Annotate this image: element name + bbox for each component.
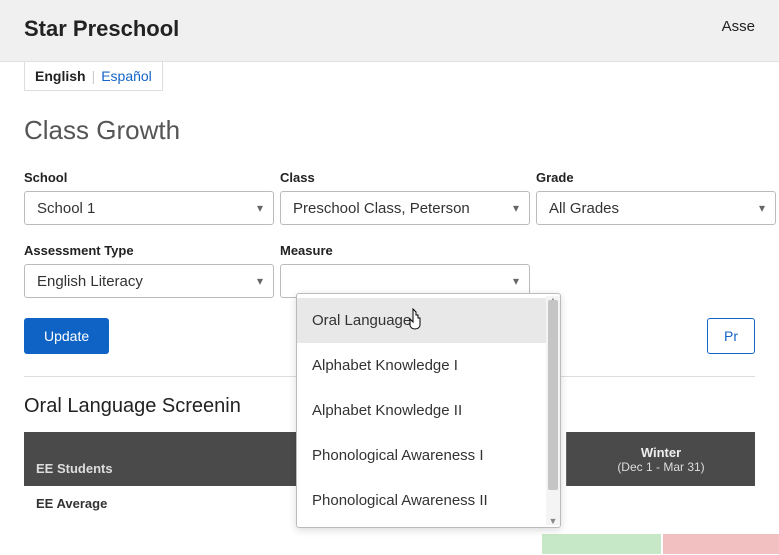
measure-option-alphabet-1[interactable]: Alphabet Knowledge I: [297, 343, 560, 388]
filter-class: Class Preschool Class, Peterson ▾: [280, 170, 530, 225]
filter-school: School School 1 ▾: [24, 170, 274, 225]
class-select-value: Preschool Class, Peterson: [293, 200, 470, 217]
page-title: Class Growth: [24, 115, 755, 146]
col-header-winter-title: Winter: [641, 445, 681, 460]
filter-measure-label: Measure: [280, 243, 530, 258]
grade-select-value: All Grades: [549, 200, 619, 217]
filter-class-label: Class: [280, 170, 530, 185]
measure-option-oral-language[interactable]: Oral Language: [297, 298, 560, 343]
filter-assessment-type: Assessment Type English Literacy ▾: [24, 243, 274, 298]
assessment-type-select[interactable]: English Literacy ▾: [24, 264, 274, 298]
filter-assessment-type-label: Assessment Type: [24, 243, 274, 258]
assessment-type-select-value: English Literacy: [37, 273, 143, 290]
measure-option-alphabet-2[interactable]: Alphabet Knowledge II: [297, 388, 560, 433]
language-tabs: English | Español: [24, 62, 163, 91]
app-header: Star Preschool Asse: [0, 0, 779, 62]
measure-option-phono-1[interactable]: Phonological Awareness I: [297, 433, 560, 478]
actions-right: Pr: [707, 318, 755, 354]
measure-option-phono-2[interactable]: Phonological Awareness II: [297, 478, 560, 523]
school-select-value: School 1: [37, 200, 95, 217]
scroll-thumb[interactable]: [548, 300, 558, 490]
filter-grade: Grade All Grades ▾: [536, 170, 776, 225]
filter-grade-label: Grade: [536, 170, 776, 185]
color-chips-partial: [542, 534, 779, 554]
right-button-partial[interactable]: Pr: [707, 318, 755, 354]
col-header-winter-range: (Dec 1 - Mar 31): [617, 460, 704, 474]
header-right-text: Asse: [722, 18, 755, 35]
chevron-down-icon: ▾: [257, 201, 263, 215]
filters-row-2: Assessment Type English Literacy ▾ Measu…: [24, 243, 755, 298]
chip-green: [542, 534, 661, 554]
scroll-down-icon[interactable]: ▼: [546, 516, 560, 526]
chip-red: [663, 534, 779, 554]
chevron-down-icon: ▾: [513, 201, 519, 215]
chevron-down-icon: ▾: [759, 201, 765, 215]
app-title: Star Preschool: [24, 16, 179, 42]
lang-english[interactable]: English: [35, 68, 86, 84]
chevron-down-icon: ▾: [513, 274, 519, 288]
grade-select[interactable]: All Grades ▾: [536, 191, 776, 225]
chevron-down-icon: ▾: [257, 274, 263, 288]
lang-spanish[interactable]: Español: [101, 68, 152, 84]
col-header-winter: Winter (Dec 1 - Mar 31): [566, 432, 755, 486]
school-select[interactable]: School 1 ▾: [24, 191, 274, 225]
filter-school-label: School: [24, 170, 274, 185]
dropdown-scrollbar[interactable]: ▲ ▼: [546, 296, 560, 525]
lang-separator: |: [92, 68, 96, 84]
class-select[interactable]: Preschool Class, Peterson ▾: [280, 191, 530, 225]
update-button[interactable]: Update: [24, 318, 109, 354]
filters-row-1: School School 1 ▾ Class Preschool Class,…: [24, 170, 755, 225]
filter-measure: Measure ▾: [280, 243, 530, 298]
measure-dropdown[interactable]: Oral Language Alphabet Knowledge I Alpha…: [296, 293, 561, 528]
